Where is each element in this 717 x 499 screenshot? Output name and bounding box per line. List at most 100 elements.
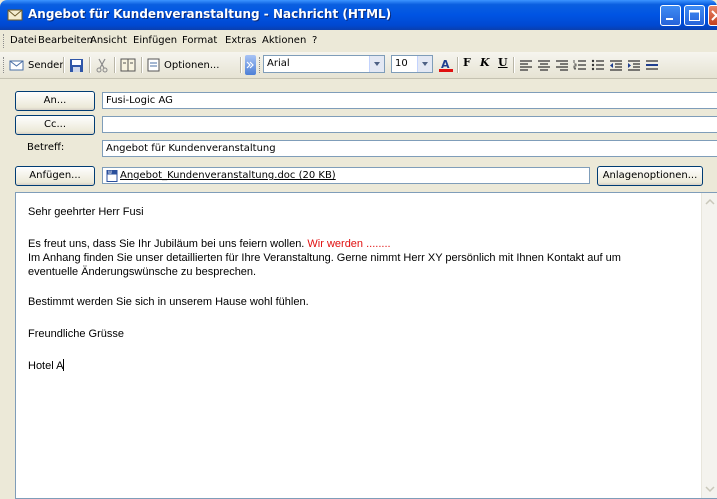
maximize-icon — [689, 10, 700, 21]
message-body[interactable]: Sehr geehrter Herr Fusi Es freut uns, da… — [15, 192, 717, 499]
menu-bearbeiten[interactable]: Bearbeiten — [38, 35, 93, 46]
body-line-3: eventuelle Änderungswünsche zu bespreche… — [28, 266, 257, 278]
cc-button-label: Cc... — [43, 119, 67, 130]
horizontal-line-button[interactable] — [645, 55, 659, 75]
attachment-link[interactable]: Angebot_Kundenveranstaltung.doc (20 KB) — [120, 170, 336, 181]
toolbar-separator — [63, 57, 65, 73]
toolbar-separator — [457, 57, 459, 73]
signature-line: Hotel A — [28, 359, 65, 372]
scissors-icon — [96, 58, 108, 72]
toolbar-separator — [141, 57, 143, 73]
cc-button[interactable]: Cc... — [15, 115, 95, 135]
scroll-down-button[interactable] — [703, 482, 717, 496]
options-label: Optionen... — [164, 59, 220, 71]
scroll-up-button[interactable] — [703, 195, 717, 209]
menu-format[interactable]: Format — [182, 35, 217, 46]
send-button[interactable]: Senden — [9, 55, 66, 75]
increase-indent-icon — [628, 60, 640, 71]
send-envelope-icon — [9, 60, 24, 71]
maximize-button[interactable] — [684, 5, 705, 26]
toolbar-overflow-button[interactable] — [245, 55, 256, 75]
window-title: Angebot für Kundenveranstaltung - Nachri… — [28, 7, 392, 21]
chevron-down-icon[interactable] — [369, 56, 384, 72]
align-right-button[interactable] — [555, 55, 569, 75]
save-button[interactable] — [69, 55, 84, 75]
subject-field[interactable]: Angebot für Kundenveranstaltung — [102, 140, 717, 157]
font-size-value: 10 — [395, 58, 408, 69]
signature-text: Hotel A — [28, 360, 64, 372]
menu-einfuegen[interactable]: Einfügen — [133, 35, 177, 46]
closing-text: Freundliche Grüsse — [28, 328, 124, 340]
attach-button[interactable]: Anfügen... — [15, 166, 95, 186]
menu-help[interactable]: ? — [312, 35, 317, 46]
address-book-button[interactable] — [120, 55, 136, 75]
menu-grip[interactable] — [3, 34, 7, 48]
cc-field[interactable] — [102, 116, 717, 133]
attachment-options-button[interactable]: Anlagenoptionen... — [597, 166, 703, 186]
toolbar-grip[interactable] — [3, 57, 7, 73]
font-family-select[interactable]: Arial — [263, 55, 385, 73]
font-color-button[interactable]: A — [438, 55, 454, 75]
address-book-icon — [120, 58, 136, 72]
menu-extras[interactable]: Extras — [225, 35, 257, 46]
close-icon — [711, 10, 717, 21]
align-center-icon — [538, 60, 550, 71]
chevron-double-right-icon — [246, 61, 254, 69]
menu-ansicht[interactable]: Ansicht — [90, 35, 127, 46]
attach-button-label: Anfügen... — [29, 170, 81, 181]
chevron-down-icon[interactable] — [417, 56, 432, 72]
body-line-1-red: Wir werden ........ — [307, 238, 391, 250]
attachment-options-label: Anlagenoptionen... — [602, 170, 698, 181]
align-right-icon — [556, 60, 568, 71]
font-family-value: Arial — [267, 58, 290, 69]
minimize-button[interactable] — [660, 5, 681, 26]
floppy-disk-icon — [70, 58, 83, 72]
toolbar-separator — [114, 57, 116, 73]
menu-aktionen[interactable]: Aktionen — [262, 35, 306, 46]
toolbar-separator — [240, 57, 242, 73]
title-bar[interactable]: Angebot für Kundenveranstaltung - Nachri… — [0, 0, 717, 30]
align-center-button[interactable] — [537, 55, 551, 75]
body-line-4: Bestimmt werden Sie sich in unserem Haus… — [28, 296, 309, 308]
word-document-icon: W — [106, 169, 118, 182]
minimize-icon — [666, 18, 673, 20]
chevron-down-icon — [705, 486, 715, 493]
to-button[interactable]: An... — [15, 91, 95, 111]
decrease-indent-icon — [610, 60, 622, 71]
greeting-text: Sehr geehrter Herr Fusi — [28, 206, 144, 218]
menu-datei[interactable]: Datei — [10, 35, 37, 46]
close-button[interactable] — [708, 5, 717, 26]
italic-button[interactable]: K — [480, 56, 490, 69]
font-size-select[interactable]: 10 — [391, 55, 433, 73]
underline-button[interactable]: U — [498, 56, 508, 69]
send-label: Senden — [28, 59, 66, 71]
chevron-up-icon — [705, 198, 715, 205]
vertical-scrollbar[interactable] — [701, 193, 717, 498]
bullet-list-button[interactable] — [591, 55, 605, 75]
toolbar-separator — [89, 57, 91, 73]
align-left-icon — [520, 60, 532, 71]
body-line-2: Im Anhang finden Sie unser detaillierten… — [28, 252, 621, 264]
text-cursor — [63, 359, 65, 371]
toolbar-separator — [513, 57, 515, 73]
numbered-list-button[interactable] — [573, 55, 587, 75]
increase-indent-button[interactable] — [627, 55, 641, 75]
to-button-label: An... — [43, 95, 67, 106]
menu-bar: Datei Bearbeiten Ansicht Einfügen Format… — [0, 30, 717, 52]
bullet-list-icon — [591, 59, 604, 71]
options-button[interactable]: Optionen... — [147, 55, 219, 75]
svg-text:W: W — [108, 170, 112, 175]
bold-button[interactable]: F — [463, 56, 471, 69]
to-field[interactable]: Fusi-Logic AG — [102, 92, 717, 109]
attachment-field[interactable]: W Angebot_Kundenveranstaltung.doc (20 KB… — [102, 167, 590, 184]
body-line-1: Es freut uns, dass Sie Ihr Jubiläum bei … — [28, 238, 391, 250]
mail-envelope-icon — [7, 9, 23, 21]
body-line-1-text: Es freut uns, dass Sie Ihr Jubiläum bei … — [28, 238, 308, 250]
decrease-indent-button[interactable] — [609, 55, 623, 75]
cut-button[interactable] — [95, 55, 109, 75]
message-header-panel: An... Fusi-Logic AG Cc... Betreff: Angeb… — [0, 80, 717, 192]
horizontal-line-icon — [646, 60, 658, 70]
align-left-button[interactable] — [519, 55, 533, 75]
options-icon — [147, 58, 160, 72]
toolbar: Senden Optionen... Arial 10 A F K U — [0, 52, 717, 79]
